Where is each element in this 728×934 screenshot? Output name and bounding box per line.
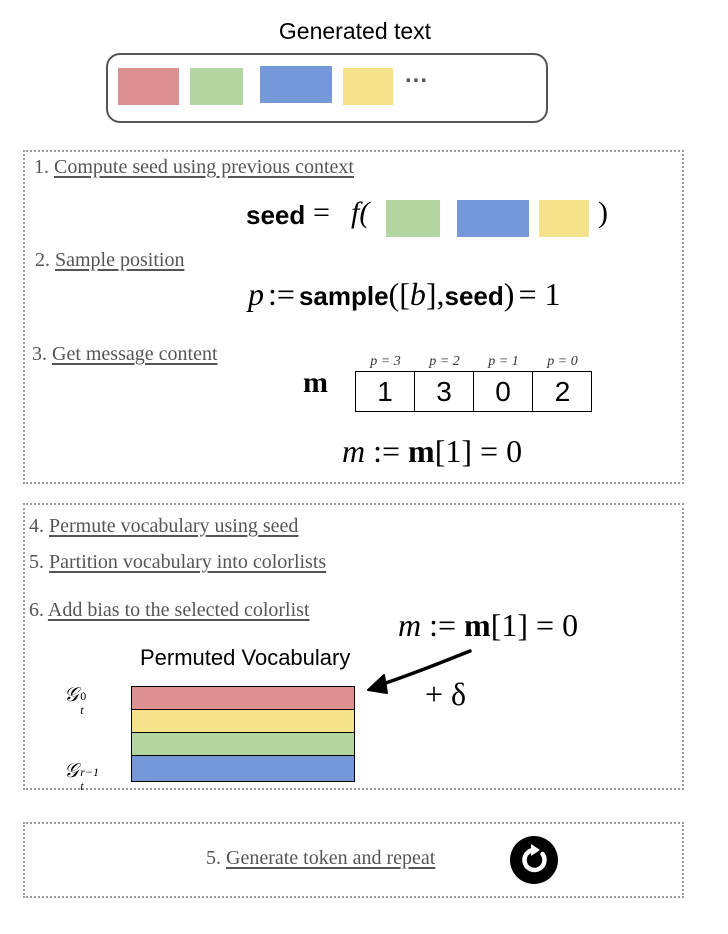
bias-bold-m: m — [464, 607, 491, 643]
step6-heading: 6. Add bias to the selected colorlist — [29, 599, 310, 622]
step2-number: 2. — [35, 249, 50, 271]
sample-b: b — [409, 276, 426, 312]
top-label-sub: t — [80, 703, 84, 717]
colorlist-stack — [131, 686, 355, 782]
seed-close: ) — [598, 196, 608, 229]
seed-swatch-blue — [457, 200, 529, 237]
token-swatch-yellow — [343, 68, 393, 105]
bias-rest: [1] = 0 — [490, 607, 579, 643]
message-cell: 2 — [554, 376, 571, 407]
sample-result: = 1 — [518, 276, 561, 312]
message-result-equation: m := m[1] = 0 — [342, 433, 522, 470]
step1-label: Compute seed using previous context — [54, 156, 354, 178]
bias-delta: + δ — [425, 676, 467, 712]
colorlist-top-label: 𝒢0t — [64, 684, 92, 717]
step-repeat-number: 5. — [206, 847, 221, 869]
token-swatch-red — [118, 68, 179, 105]
step3-heading: 3. Get message content — [32, 343, 218, 366]
result-bold-m: m — [408, 433, 435, 469]
bottom-label-sup: r−1 — [80, 765, 100, 779]
step2-heading: 2. Sample position — [35, 249, 184, 272]
seed-equals: = — [313, 196, 330, 229]
sample-args-mid: ], — [425, 276, 445, 312]
step3-number: 3. — [32, 343, 47, 365]
seed-swatch-yellow — [539, 200, 589, 237]
top-label-base: 𝒢 — [64, 684, 79, 706]
step1-heading: 1. Compute seed using previous context — [34, 156, 354, 179]
step1-number: 1. — [34, 156, 49, 178]
bias-m: m — [398, 607, 422, 643]
step5-label: Partition vocabulary into colorlists — [49, 551, 327, 573]
message-cell: 0 — [474, 372, 533, 412]
message-cell: 1 — [356, 372, 415, 412]
step6-number: 6. — [29, 599, 44, 621]
result-assign: := — [373, 433, 401, 469]
result-rest: [1] = 0 — [434, 433, 523, 469]
ellipsis: ... — [405, 61, 429, 88]
sample-word: sample — [298, 281, 389, 311]
bottom-label-sub: t — [80, 779, 84, 793]
sample-equation: p := sample([b],seed) = 1 — [248, 276, 560, 313]
step2-label: Sample position — [55, 249, 185, 271]
colorlist-band-blue — [132, 756, 354, 781]
step-repeat-heading: 5. Generate token and repeat — [206, 847, 435, 870]
generated-text-title: Generated text — [278, 18, 432, 44]
message-vector-name: m — [303, 366, 328, 399]
position-label: p = 0 — [547, 354, 578, 369]
bottom-label-base: 𝒢 — [64, 760, 79, 782]
seed-swatch-green — [386, 200, 440, 237]
repeat-icon[interactable] — [509, 835, 559, 885]
permuted-vocabulary-title: Permuted Vocabulary — [140, 645, 351, 670]
colorlist-band-red — [132, 687, 354, 710]
token-swatch-green — [190, 68, 243, 105]
step4-number: 4. — [29, 515, 44, 537]
step3-label: Get message content — [52, 343, 218, 365]
colorlist-bottom-label: 𝒢r−1 t — [64, 760, 108, 793]
bias-equation: m := m[1] = 0 — [398, 607, 578, 644]
colorlist-band-yellow — [132, 710, 354, 733]
token-swatch-blue — [260, 66, 332, 103]
position-label: p = 1 — [488, 354, 519, 369]
sample-p: p — [248, 276, 264, 312]
sample-assign: := — [268, 276, 295, 312]
step5-number: 5. — [29, 551, 44, 573]
step4-label: Permute vocabulary using seed — [49, 515, 299, 537]
sample-args-close: ) — [503, 276, 515, 312]
top-label-sup: 0 — [80, 689, 87, 703]
result-m: m — [342, 433, 366, 469]
generated-text-box: ... — [106, 53, 548, 123]
sample-seed: seed — [444, 281, 504, 311]
bias-assign: := — [429, 607, 457, 643]
colorlist-band-green — [132, 733, 354, 756]
step-repeat-label: Generate token and repeat — [226, 847, 436, 869]
position-label: p = 3 — [370, 354, 401, 369]
message-cell: 3 — [415, 372, 474, 412]
position-label: p = 2 — [429, 354, 460, 369]
seed-word: seed — [246, 200, 306, 230]
seed-func: f( — [351, 196, 370, 229]
message-vector: p = 3 p = 2 p = 1 p = 0 1 3 0 2 — [355, 354, 592, 412]
sample-args-open: ([ — [388, 276, 410, 312]
step6-label: Add bias to the selected colorlist — [47, 599, 310, 621]
step4-heading: 4. Permute vocabulary using seed — [29, 515, 298, 538]
step5-heading: 5. Partition vocabulary into colorlists — [29, 551, 326, 574]
